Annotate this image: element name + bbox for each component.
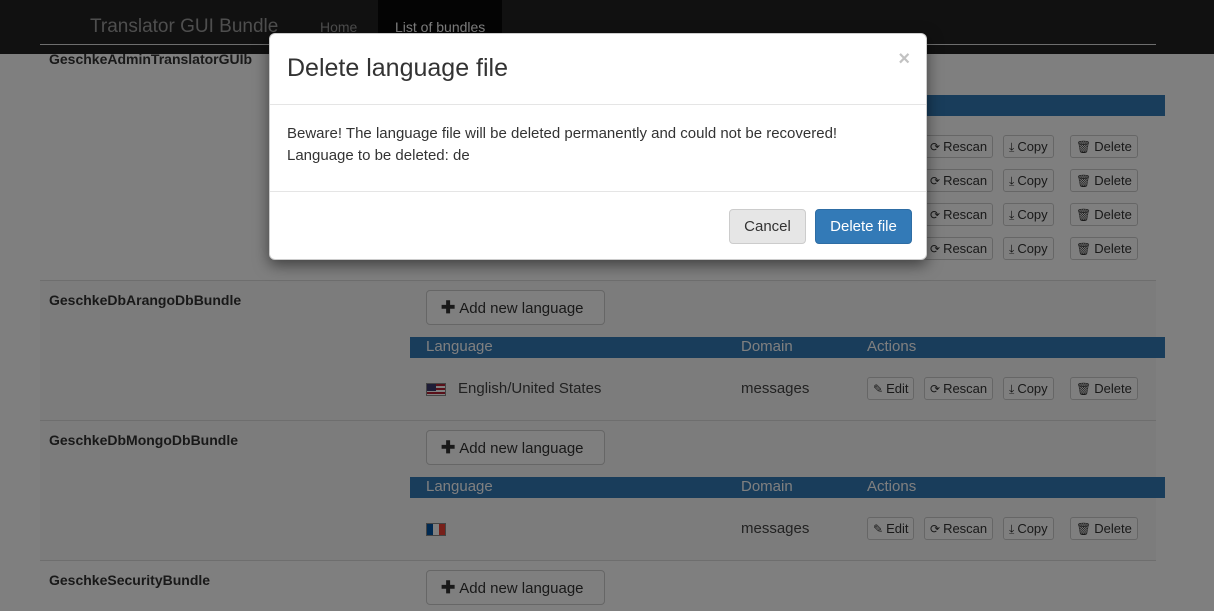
warning-text: Beware! The language file will be delete… [287,125,838,142]
delete-language-modal: Delete language file × Beware! The langu… [269,33,927,260]
cancel-button[interactable]: Cancel [729,209,806,244]
language-to-delete-text: Language to be deleted: de [287,147,470,164]
delete-file-button[interactable]: Delete file [815,209,912,244]
modal-title: Delete language file [287,54,508,82]
modal-footer-divider [270,191,926,192]
modal-header-divider [270,104,926,105]
close-icon[interactable]: × [898,48,910,71]
modal-body: Beware! The language file will be delete… [287,123,837,167]
